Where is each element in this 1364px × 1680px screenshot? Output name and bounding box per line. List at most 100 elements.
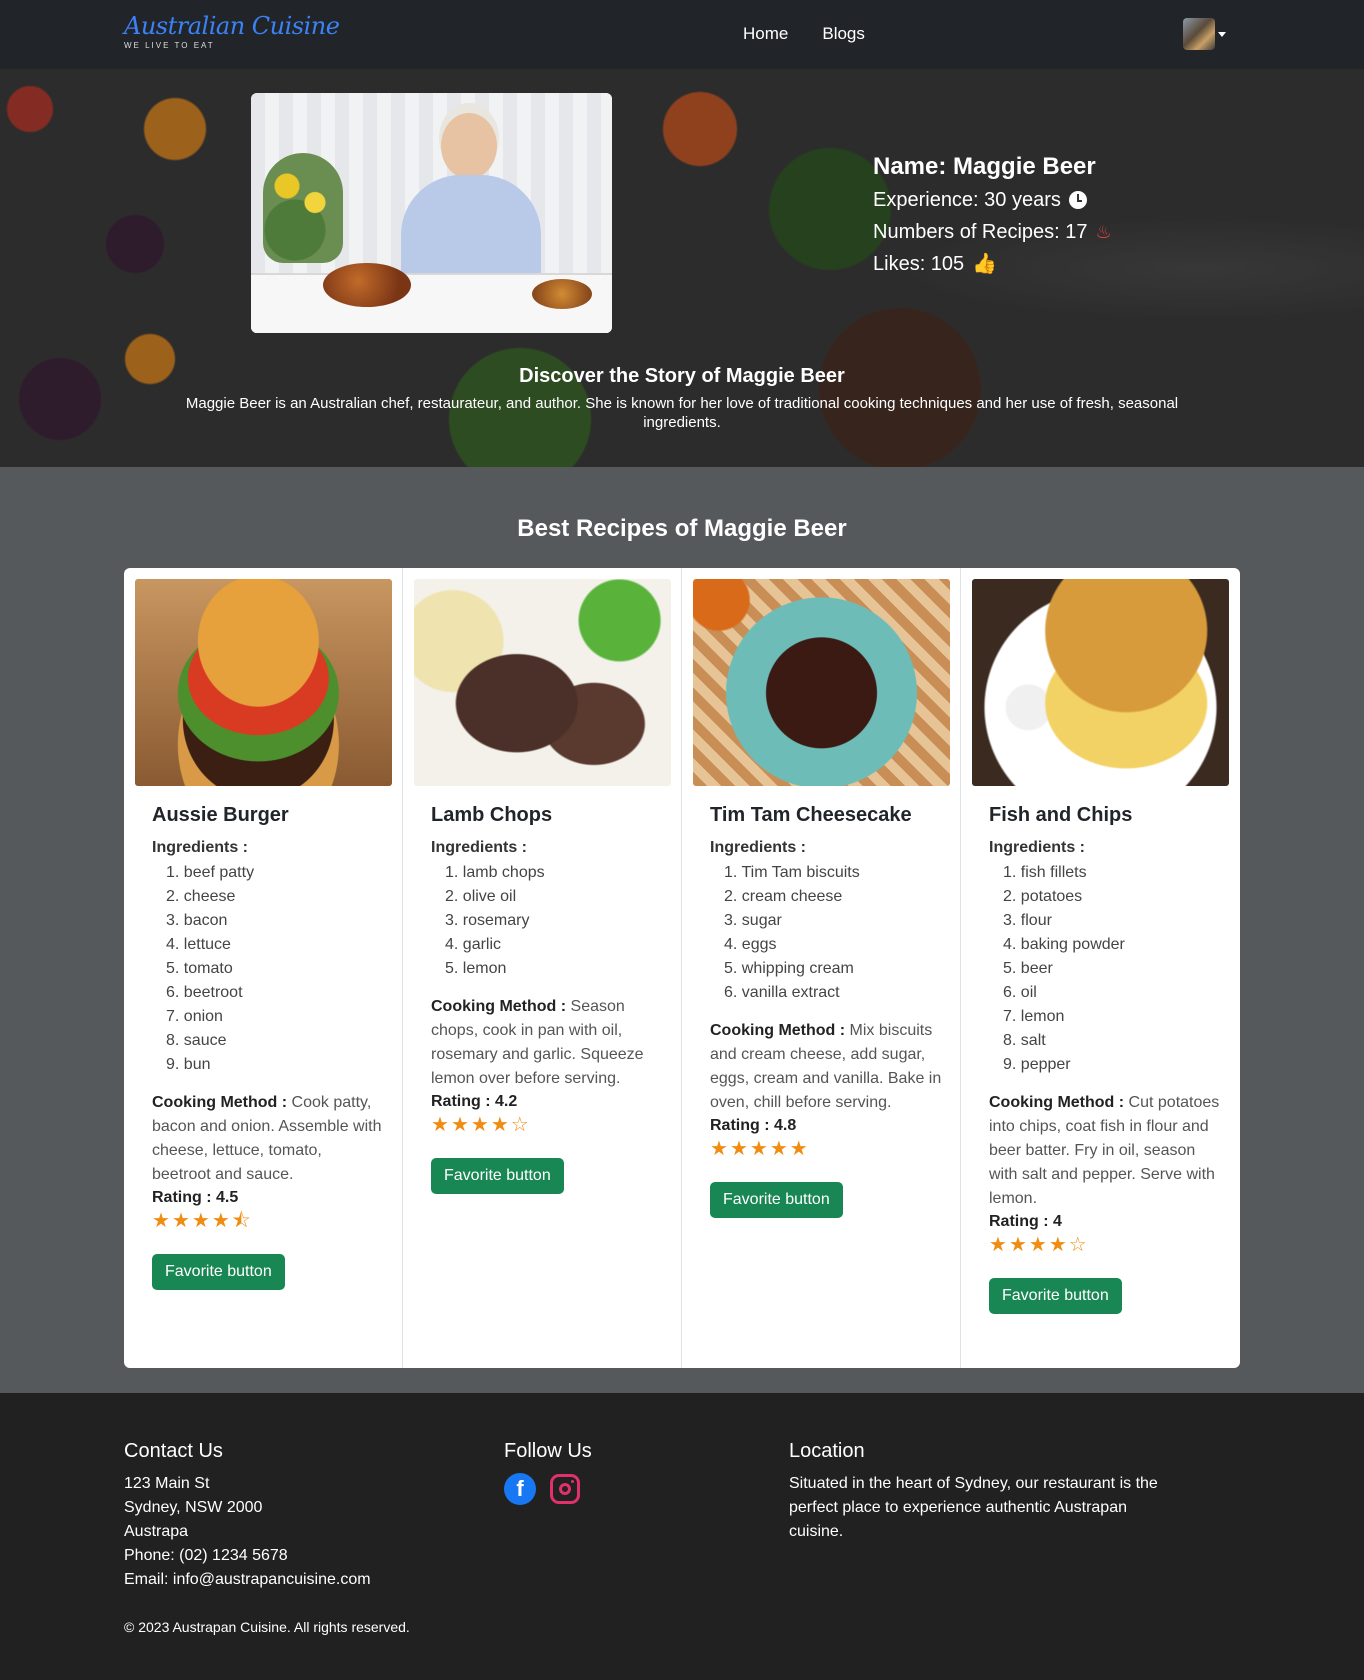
avatar[interactable]	[1183, 18, 1215, 50]
nav-blogs-link[interactable]: Blogs	[822, 24, 865, 44]
chef-recipes-text: Numbers of Recipes: 17	[873, 221, 1088, 243]
ingredient-item: 2. olive oil	[445, 888, 517, 905]
star-full-icon: ★	[490, 1114, 509, 1136]
fish-and-chips-image	[972, 579, 1229, 786]
rating-label: Rating :	[710, 1117, 770, 1134]
star-full-icon: ★	[769, 1138, 788, 1160]
footer: Contact Us 123 Main St Sydney, NSW 2000 …	[0, 1393, 1364, 1680]
chef-hero: Name: Maggie Beer Experience: 30 years N…	[0, 69, 1364, 467]
star-rating: ★ ★ ★ ★ ⯪	[152, 1210, 384, 1232]
ingredient-item: 6. beetroot	[166, 984, 243, 1001]
rating-label: Rating :	[431, 1093, 491, 1110]
rating-value: 4.2	[495, 1093, 518, 1110]
favorite-button[interactable]: Favorite button	[431, 1158, 564, 1194]
ingredient-item: 9. bun	[166, 1056, 211, 1073]
favorite-button[interactable]: Favorite button	[989, 1278, 1122, 1314]
ingredient-item: 8. sauce	[166, 1032, 227, 1049]
ingredient-item: 1. beef patty	[166, 864, 255, 881]
method-label: Cooking Method :	[710, 1022, 846, 1039]
star-full-icon: ★	[450, 1114, 469, 1136]
ingredients-label: Ingredients :	[989, 839, 1086, 856]
rating-label: Rating :	[152, 1189, 212, 1206]
ingredient-item: 1. fish fillets	[1003, 864, 1087, 881]
user-menu-toggle[interactable]	[1183, 18, 1226, 50]
recipe-title: Fish and Chips	[989, 804, 1133, 826]
method-label: Cooking Method :	[431, 998, 567, 1015]
ingredient-item: 4. baking powder	[1003, 936, 1125, 953]
contact-title: Contact Us	[124, 1440, 223, 1462]
star-rating: ★ ★ ★ ★ ★	[710, 1138, 942, 1160]
star-empty-icon: ☆	[510, 1114, 529, 1136]
recipe-card: Aussie Burger Ingredients : 1. beef patty 2…	[124, 568, 403, 1368]
chef-likes: Likes: 105 👍	[873, 248, 1112, 280]
ingredients-label: Ingredients :	[152, 839, 249, 856]
star-full-icon: ★	[171, 1210, 190, 1232]
clock-icon	[1068, 191, 1087, 209]
ingredient-item: 8. salt	[1003, 1032, 1046, 1049]
recipe-card: Tim Tam Cheesecake Ingredients : 1. Tim Ta…	[682, 568, 961, 1368]
ingredient-item: 4. eggs	[724, 936, 777, 953]
ingredient-item: 3. flour	[1003, 912, 1052, 929]
favorite-button[interactable]: Favorite button	[710, 1182, 843, 1218]
contact-email: Email: info@austrapancuisine.com	[124, 1571, 371, 1588]
nav-home-link[interactable]: Home	[743, 24, 788, 44]
ingredient-item: 6. vanilla extract	[724, 984, 840, 1001]
star-full-icon: ★	[211, 1210, 230, 1232]
chef-likes-text: Likes: 105	[873, 253, 965, 275]
recipe-card: Lamb Chops Ingredients : 1. lamb chops 2. o…	[403, 568, 682, 1368]
chef-recipes-count: Numbers of Recipes: 17 ♨	[873, 216, 1112, 248]
star-full-icon: ★	[749, 1138, 768, 1160]
ingredient-item: 1. lamb chops	[445, 864, 545, 881]
star-full-icon: ★	[191, 1210, 210, 1232]
recipe-title: Lamb Chops	[431, 804, 553, 826]
ingredient-item: 3. bacon	[166, 912, 228, 929]
recipe-card-body: Aussie Burger Ingredients : 1. beef patty 2…	[152, 804, 384, 1290]
star-rating: ★ ★ ★ ★ ☆	[431, 1114, 663, 1136]
recipe-card: Fish and Chips Ingredients : 1. fish fille…	[961, 568, 1240, 1368]
ingredient-item: 5. beer	[1003, 960, 1053, 977]
ingredient-item: 2. cream cheese	[724, 888, 843, 905]
recipe-title: Tim Tam Cheesecake	[710, 804, 912, 826]
brand-name: Australian Cuisine	[124, 12, 340, 40]
ingredients-list: 1. lamb chops 2. olive oil 3. rosemary 4. g…	[445, 861, 663, 981]
star-full-icon: ★	[152, 1210, 170, 1232]
cooking-method: Cooking Method : Cook patty, bacon and o…	[152, 1091, 384, 1187]
rating: Rating : 4.2	[431, 1091, 663, 1113]
star-full-icon: ★	[789, 1138, 808, 1160]
story-title: Discover the Story of Maggie Beer	[519, 365, 845, 387]
ingredients-label: Ingredients :	[710, 839, 807, 856]
chef-story: Discover the Story of Maggie Beer Maggie…	[170, 365, 1194, 432]
ingredient-item: 5. whipping cream	[724, 960, 854, 977]
ingredient-item: 9. pepper	[1003, 1056, 1071, 1073]
ingredients-list: 1. fish fillets 2. potatoes 3. flour 4. bak…	[1003, 861, 1221, 1077]
rating-value: 4.5	[216, 1189, 239, 1206]
chef-photo	[251, 93, 612, 333]
star-full-icon: ★	[1008, 1234, 1027, 1256]
rating-value: 4.8	[774, 1117, 797, 1134]
ingredient-item: 1. Tim Tam biscuits	[724, 864, 860, 881]
recipes-title: Best Recipes of Maggie Beer	[517, 515, 847, 542]
ingredients-list: 1. beef patty 2. cheese 3. bacon 4. lettuce…	[166, 861, 384, 1077]
ingredients-label: Ingredients :	[431, 839, 528, 856]
recipe-title: Aussie Burger	[152, 804, 289, 826]
caret-down-icon	[1218, 31, 1226, 37]
recipe-card-body: Lamb Chops Ingredients : 1. lamb chops 2. o…	[431, 804, 663, 1194]
tim-tam-cheesecake-image	[693, 579, 950, 786]
rating-value: 4	[1053, 1213, 1062, 1230]
location-title: Location	[789, 1440, 865, 1462]
chef-info: Name: Maggie Beer Experience: 30 years N…	[873, 150, 1112, 280]
fire-icon: ♨	[1095, 222, 1112, 242]
method-label: Cooking Method :	[152, 1094, 288, 1111]
rating: Rating : 4	[989, 1211, 1221, 1233]
star-full-icon: ★	[1048, 1234, 1067, 1256]
recipes-section: Best Recipes of Maggie Beer Aussie Burge…	[0, 467, 1364, 1393]
facebook-icon[interactable]: f	[504, 1473, 536, 1505]
instagram-icon[interactable]	[550, 1474, 580, 1504]
star-half-icon: ⯪	[231, 1210, 251, 1232]
brand-logo[interactable]: Australian Cuisine WE LIVE TO EAT	[124, 12, 340, 50]
location-text: Situated in the heart of Sydney, our res…	[789, 1475, 1158, 1540]
star-rating: ★ ★ ★ ★ ☆	[989, 1234, 1221, 1256]
favorite-button[interactable]: Favorite button	[152, 1254, 285, 1290]
address-line-1: 123 Main St	[124, 1475, 210, 1492]
ingredient-item: 4. garlic	[445, 936, 502, 953]
